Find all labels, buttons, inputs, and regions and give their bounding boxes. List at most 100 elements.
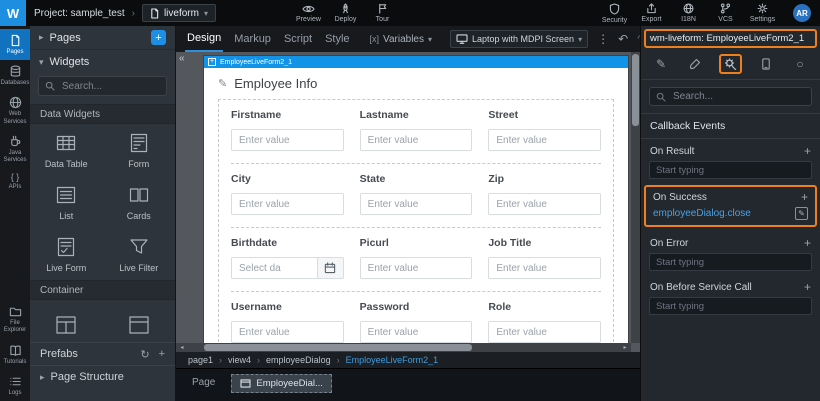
widget-tile-live-form[interactable]: Live Form bbox=[30, 228, 103, 280]
field-input[interactable]: Enter value bbox=[488, 321, 601, 343]
breadcrumb-item[interactable]: page1 bbox=[188, 355, 213, 365]
rail-item-logs[interactable]: Logs bbox=[0, 370, 30, 401]
export-button[interactable]: Export bbox=[633, 3, 670, 24]
widget-search-box[interactable] bbox=[38, 76, 167, 96]
form-field-role[interactable]: Role Enter value bbox=[488, 301, 601, 343]
styles-tab[interactable] bbox=[685, 58, 705, 70]
widgets-section-header[interactable]: ▾ Widgets bbox=[30, 50, 175, 74]
form-field-city[interactable]: City Enter value bbox=[231, 173, 344, 215]
properties-tab[interactable]: ✎ bbox=[651, 57, 671, 71]
widget-tile-data-table[interactable]: Data Table bbox=[30, 124, 103, 176]
field-input[interactable]: Enter value bbox=[360, 129, 473, 151]
edit-handler-icon[interactable]: ✎ bbox=[795, 207, 808, 220]
on-success-handler-link[interactable]: employeeDialog.close bbox=[653, 208, 751, 219]
device-selector[interactable]: Laptop with MDPI Screen ▾ bbox=[450, 30, 588, 48]
scroll-left-arrow-icon[interactable]: ◂ bbox=[176, 344, 188, 351]
form-field-job-title[interactable]: Job Title Enter value bbox=[488, 237, 601, 279]
container-widget-tile[interactable] bbox=[30, 300, 103, 342]
page-structure-section-header[interactable]: ▸ Page Structure bbox=[30, 365, 175, 388]
canvas-page[interactable]: + EmployeeLiveForm2_1 ✎ Employee Info Fi… bbox=[204, 56, 628, 343]
date-input-group[interactable]: Select da bbox=[231, 257, 344, 279]
properties-search-input[interactable] bbox=[671, 90, 805, 103]
properties-search-box[interactable] bbox=[649, 87, 812, 106]
kebab-menu-icon[interactable]: ⋮ bbox=[597, 33, 609, 45]
horizontal-scrollbar-thumb[interactable] bbox=[204, 344, 472, 351]
rail-item-databases[interactable]: Databases bbox=[0, 60, 30, 91]
add-event-icon[interactable]: + bbox=[804, 237, 811, 249]
widget-search-input[interactable] bbox=[60, 80, 160, 93]
add-event-icon[interactable]: + bbox=[804, 145, 811, 157]
form-field-street[interactable]: Street Enter value bbox=[488, 109, 601, 151]
breadcrumb-item[interactable]: view4 bbox=[228, 355, 251, 365]
on-error-input[interactable] bbox=[652, 257, 809, 268]
rail-item-tutorials[interactable]: Tutorials bbox=[0, 339, 30, 370]
vcs-button[interactable]: VCS bbox=[707, 3, 744, 24]
deploy-button[interactable]: Deploy bbox=[327, 3, 364, 23]
add-page-button[interactable]: + bbox=[151, 30, 166, 45]
field-input[interactable]: Enter value bbox=[231, 129, 344, 151]
widget-tile-list[interactable]: List bbox=[30, 176, 103, 228]
tour-button[interactable]: Tour bbox=[364, 3, 401, 23]
form-field-username[interactable]: Username Enter value bbox=[231, 301, 344, 343]
tab-style[interactable]: Style bbox=[323, 26, 351, 52]
field-input[interactable]: Enter value bbox=[488, 193, 601, 215]
form-field-birthdate[interactable]: Birthdate Select da bbox=[231, 237, 344, 279]
field-input[interactable]: Enter value bbox=[360, 321, 473, 343]
settings-button[interactable]: Settings bbox=[744, 3, 781, 24]
vertical-scrollbar-thumb[interactable] bbox=[632, 54, 639, 126]
variables-dropdown[interactable]: [x] Variables ▾ bbox=[370, 34, 432, 45]
widget-tile-form[interactable]: Form bbox=[103, 124, 176, 176]
calendar-icon[interactable] bbox=[318, 257, 344, 279]
field-input[interactable]: Enter value bbox=[360, 193, 473, 215]
tab-design[interactable]: Design bbox=[185, 26, 223, 52]
rail-item-apis[interactable]: { } APIs bbox=[0, 168, 30, 195]
form-field-state[interactable]: State Enter value bbox=[360, 173, 473, 215]
date-input[interactable]: Select da bbox=[231, 257, 318, 279]
tab-markup[interactable]: Markup bbox=[232, 26, 273, 52]
on-result-input[interactable] bbox=[652, 165, 809, 176]
rail-item-pages[interactable]: Pages bbox=[0, 29, 30, 60]
add-event-icon[interactable]: + bbox=[801, 191, 808, 203]
liveform-widget[interactable]: ✎ Employee Info Firstname Enter value La… bbox=[204, 68, 628, 343]
collapse-left-panel-icon[interactable]: « bbox=[179, 53, 185, 64]
rail-item-file-explorer[interactable]: File Explorer bbox=[0, 300, 30, 338]
wavemaker-logo[interactable]: W bbox=[0, 0, 26, 26]
rail-item-java-services[interactable]: Java Services bbox=[0, 130, 30, 168]
field-input[interactable]: Enter value bbox=[488, 129, 601, 151]
design-canvas[interactable]: « + EmployeeLiveForm2_1 ✎ Employee Info … bbox=[176, 52, 640, 352]
container-widget-tile[interactable] bbox=[103, 300, 176, 342]
field-input[interactable]: Enter value bbox=[488, 257, 601, 279]
breadcrumb-item-current[interactable]: EmployeeLiveForm2_1 bbox=[346, 355, 439, 365]
device-tab[interactable] bbox=[756, 58, 776, 70]
form-field-password[interactable]: Password Enter value bbox=[360, 301, 473, 343]
refresh-icon[interactable]: ↻ bbox=[140, 348, 149, 361]
form-field-picurl[interactable]: Picurl Enter value bbox=[360, 237, 473, 279]
form-field-firstname[interactable]: Firstname Enter value bbox=[231, 109, 344, 151]
security-button[interactable]: Security bbox=[596, 3, 633, 24]
tab-page[interactable]: Page bbox=[192, 374, 215, 388]
add-event-icon[interactable]: + bbox=[804, 281, 811, 293]
preview-button[interactable]: Preview bbox=[290, 3, 327, 23]
breadcrumb-item[interactable]: employeeDialog bbox=[266, 355, 331, 365]
vertical-scrollbar[interactable] bbox=[631, 52, 640, 343]
form-field-lastname[interactable]: Lastname Enter value bbox=[360, 109, 473, 151]
advanced-settings-tab-active[interactable] bbox=[719, 54, 742, 74]
widget-tile-cards[interactable]: Cards bbox=[103, 176, 176, 228]
pages-section-header[interactable]: ▸ Pages + bbox=[30, 26, 175, 50]
on-before-service-call-input[interactable] bbox=[652, 301, 809, 312]
user-avatar[interactable]: AR bbox=[793, 4, 811, 22]
widget-drag-handle-icon[interactable]: + bbox=[208, 58, 216, 66]
page-selector-dropdown[interactable]: liveform ▾ bbox=[142, 4, 216, 22]
tab-employee-dialog-active[interactable]: EmployeeDial... bbox=[231, 374, 332, 393]
widget-selection-bar[interactable]: + EmployeeLiveForm2_1 bbox=[204, 56, 628, 68]
state-tab[interactable]: ○ bbox=[790, 57, 810, 71]
widget-tile-live-filter[interactable]: Live Filter bbox=[103, 228, 176, 280]
add-prefab-button[interactable]: + bbox=[159, 348, 165, 361]
field-input[interactable]: Enter value bbox=[360, 257, 473, 279]
horizontal-scrollbar[interactable]: ◂ ▸ bbox=[176, 343, 631, 352]
horizontal-scrollbar-track[interactable] bbox=[188, 343, 619, 352]
rail-item-web-services[interactable]: Web Services bbox=[0, 91, 30, 129]
undo-icon[interactable]: ↶ bbox=[618, 33, 628, 45]
field-input[interactable]: Enter value bbox=[231, 193, 344, 215]
field-input[interactable]: Enter value bbox=[231, 321, 344, 343]
